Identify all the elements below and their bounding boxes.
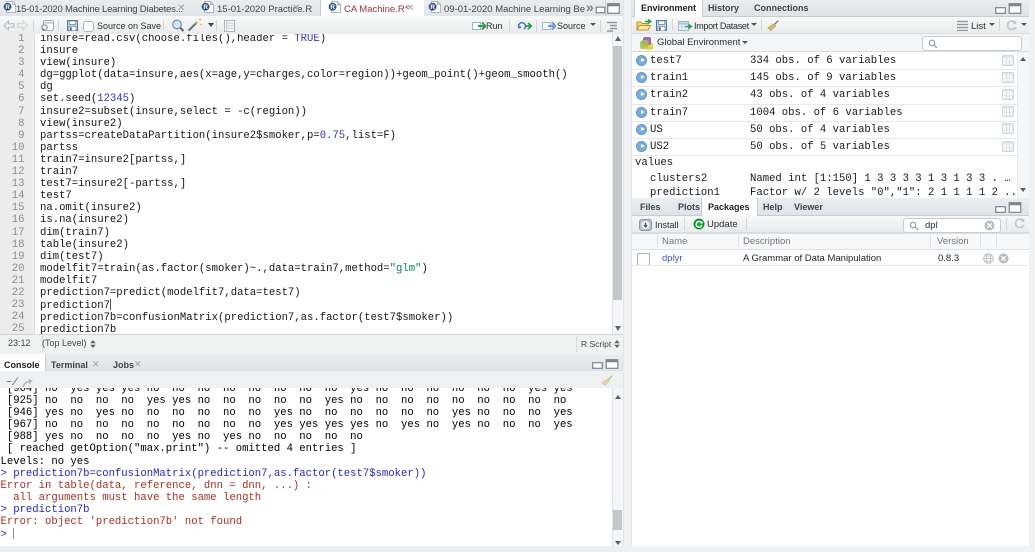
svg-text:R: R [330,4,335,11]
svg-text:R: R [5,4,10,11]
svg-text:R: R [430,4,435,11]
svg-text:R: R [203,4,208,11]
